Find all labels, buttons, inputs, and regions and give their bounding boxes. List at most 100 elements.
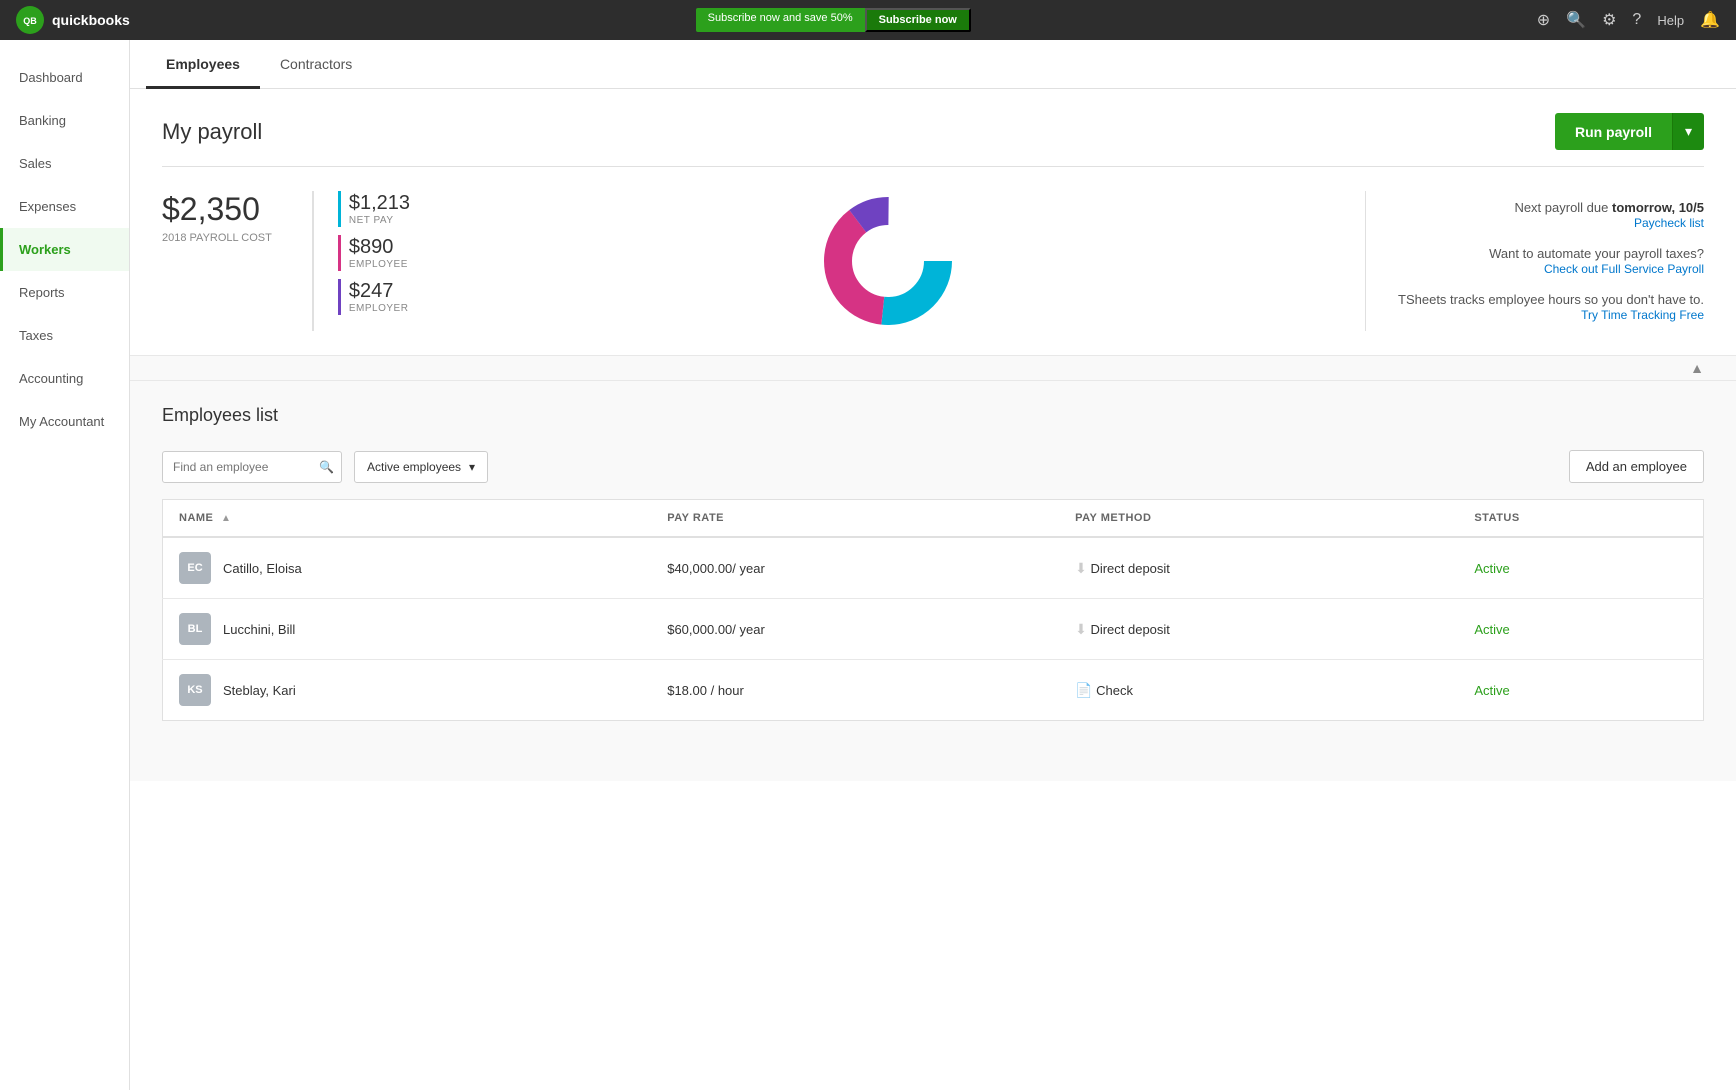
logo-icon: QB (16, 6, 44, 34)
search-wrap: 🔍 (162, 451, 342, 483)
topbar: QB quickbooks Subscribe now and save 50%… (0, 0, 1736, 40)
pay-method-value: Direct deposit (1090, 561, 1169, 576)
summary-cost: $2,350 2018 PAYROLL COST (162, 191, 312, 331)
plus-icon[interactable]: ⊕ (1537, 10, 1550, 30)
pay-method-icon: ⬇ (1075, 621, 1087, 637)
next-payroll-text: Next payroll due tomorrow, 10/5 (1514, 200, 1704, 215)
topbar-right: ⊕ 🔍 ⚙ ? Help 🔔 (1537, 10, 1720, 30)
breakdown-label: NET PAY (349, 215, 410, 226)
breakdown-bar (338, 191, 341, 227)
payroll-info-panel: Next payroll due tomorrow, 10/5 Paycheck… (1365, 191, 1704, 331)
filter-label: Active employees (367, 460, 461, 474)
pay-rate-cell: $40,000.00/ year (651, 537, 1059, 599)
notification-icon[interactable]: 🔔 (1700, 10, 1720, 30)
sidebar-item-my-accountant[interactable]: My Accountant (0, 400, 129, 443)
search-icon[interactable]: 🔍 (1566, 10, 1586, 30)
table-row[interactable]: KS Steblay, Kari $18.00 / hour 📄 Check A… (163, 660, 1704, 721)
main-content: EmployeesContractors My payroll Run payr… (130, 40, 1736, 1090)
status-badge: Active (1474, 683, 1509, 698)
employee-name-cell: BL Lucchini, Bill (163, 599, 652, 660)
next-payroll-info: Next payroll due tomorrow, 10/5 Paycheck… (1514, 200, 1704, 230)
automate-taxes-text: Want to automate your payroll taxes? (1489, 246, 1704, 261)
pay-rate-cell: $18.00 / hour (651, 660, 1059, 721)
svg-text:QB: QB (23, 16, 37, 26)
collapse-bar: ▲ (130, 355, 1736, 381)
pay-method-cell: ⬇ Direct deposit (1059, 599, 1458, 660)
collapse-button[interactable]: ▲ (1690, 360, 1704, 376)
logo[interactable]: QB quickbooks (16, 6, 130, 34)
pay-method-cell: 📄 Check (1059, 660, 1458, 721)
logo-text: quickbooks (52, 12, 130, 28)
employees-section: Employees list 🔍 Active employees ▾ Add … (130, 381, 1736, 781)
filter-left: 🔍 Active employees ▾ (162, 451, 488, 483)
avatar: KS (179, 674, 211, 706)
donut-chart-svg (818, 191, 958, 331)
sidebar: DashboardBankingSalesExpensesWorkersRepo… (0, 40, 130, 1090)
breakdown-item-employee: $890 EMPLOYEE (338, 235, 410, 271)
breakdown-label: EMPLOYER (349, 303, 409, 314)
col-pay-rate: PAY RATE (651, 500, 1059, 538)
status-cell: Active (1458, 537, 1703, 599)
sidebar-item-banking[interactable]: Banking (0, 99, 129, 142)
breakdown-item-net-pay: $1,213 NET PAY (338, 191, 410, 227)
paycheck-list-link[interactable]: Paycheck list (1634, 216, 1704, 230)
tab-employees[interactable]: Employees (146, 40, 260, 89)
sidebar-item-accounting[interactable]: Accounting (0, 357, 129, 400)
col-pay-method: PAY METHOD (1059, 500, 1458, 538)
sidebar-item-expenses[interactable]: Expenses (0, 185, 129, 228)
total-cost-amount: $2,350 (162, 191, 272, 228)
full-service-payroll-link[interactable]: Check out Full Service Payroll (1544, 262, 1704, 276)
help-label: Help (1657, 13, 1684, 28)
col-status: STATUS (1458, 500, 1703, 538)
automate-taxes-info: Want to automate your payroll taxes? Che… (1489, 246, 1704, 276)
sort-icon[interactable]: ▲ (221, 513, 231, 524)
settings-icon[interactable]: ⚙ (1602, 10, 1616, 30)
table-body: EC Catillo, Eloisa $40,000.00/ year ⬇ Di… (163, 537, 1704, 721)
status-cell: Active (1458, 660, 1703, 721)
search-icon-inside: 🔍 (319, 460, 334, 474)
subscribe-button[interactable]: Subscribe now (865, 8, 971, 32)
employee-name-cell: KS Steblay, Kari (163, 660, 652, 721)
tabs-bar: EmployeesContractors (130, 40, 1736, 89)
employee-name-cell: EC Catillo, Eloisa (163, 537, 652, 599)
payroll-summary: $2,350 2018 PAYROLL COST $1,213 NET PAY … (130, 167, 1736, 355)
help-icon[interactable]: ? (1632, 11, 1641, 29)
employee-table: NAME ▲ PAY RATE PAY METHOD STATUS EC Cat… (162, 499, 1704, 721)
avatar: BL (179, 613, 211, 645)
time-tracking-link[interactable]: Try Time Tracking Free (1581, 308, 1704, 322)
status-badge: Active (1474, 561, 1509, 576)
sidebar-item-dashboard[interactable]: Dashboard (0, 56, 129, 99)
pay-rate-value: $18.00 / hour (667, 683, 744, 698)
table-row[interactable]: EC Catillo, Eloisa $40,000.00/ year ⬇ Di… (163, 537, 1704, 599)
table-header-row: NAME ▲ PAY RATE PAY METHOD STATUS (163, 500, 1704, 538)
breakdown-amount: $1,213 (349, 192, 410, 215)
employees-list-title: Employees list (162, 405, 1704, 426)
run-payroll-button[interactable]: Run payroll (1555, 113, 1672, 150)
add-employee-button[interactable]: Add an employee (1569, 450, 1704, 483)
pay-method-icon: ⬇ (1075, 560, 1087, 576)
sidebar-item-sales[interactable]: Sales (0, 142, 129, 185)
table-row[interactable]: BL Lucchini, Bill $60,000.00/ year ⬇ Dir… (163, 599, 1704, 660)
sidebar-item-reports[interactable]: Reports (0, 271, 129, 314)
page-header: My payroll Run payroll ▾ (130, 89, 1736, 166)
pay-rate-value: $60,000.00/ year (667, 622, 765, 637)
sidebar-item-taxes[interactable]: Taxes (0, 314, 129, 357)
filter-dropdown[interactable]: Active employees ▾ (354, 451, 488, 483)
col-name: NAME ▲ (163, 500, 652, 538)
breakdown-bar (338, 235, 341, 271)
pay-rate-cell: $60,000.00/ year (651, 599, 1059, 660)
avatar: EC (179, 552, 211, 584)
tsheets-info: TSheets tracks employee hours so you don… (1398, 292, 1704, 322)
employee-name: Steblay, Kari (223, 683, 296, 698)
pay-method-value: Check (1096, 683, 1133, 698)
status-badge: Active (1474, 622, 1509, 637)
pay-method-cell: ⬇ Direct deposit (1059, 537, 1458, 599)
breakdown-amount: $890 (349, 236, 408, 259)
run-payroll-dropdown-button[interactable]: ▾ (1672, 113, 1704, 150)
sidebar-item-workers[interactable]: Workers (0, 228, 129, 271)
search-input[interactable] (162, 451, 342, 483)
subscribe-area: Subscribe now and save 50% Subscribe now (130, 8, 1537, 32)
tab-contractors[interactable]: Contractors (260, 40, 372, 89)
breakdown-amount: $247 (349, 280, 409, 303)
table-header: NAME ▲ PAY RATE PAY METHOD STATUS (163, 500, 1704, 538)
